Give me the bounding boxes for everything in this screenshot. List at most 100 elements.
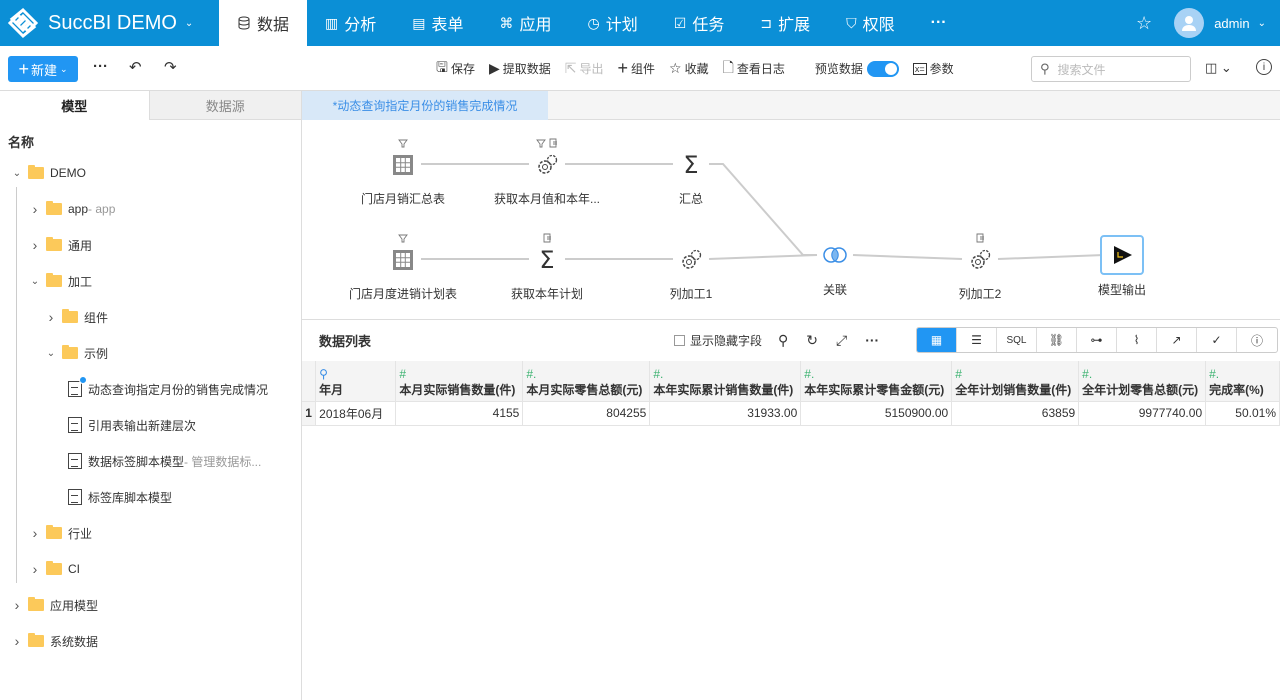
info-icon[interactable]: i bbox=[1256, 59, 1272, 75]
column-header[interactable]: #. 本年实际累计零售金额(元) bbox=[800, 361, 953, 402]
params-button[interactable]: x= 参数 bbox=[912, 60, 954, 77]
more-icon[interactable]: ··· bbox=[93, 58, 108, 75]
tree-node[interactable]: 标签库脚本模型 bbox=[64, 487, 172, 507]
app-switcher[interactable]: SuccBI DEMO ⌄ bbox=[8, 8, 193, 38]
chevron-right-icon[interactable]: › bbox=[28, 525, 42, 541]
tree-node[interactable]: 数据标签脚本模型 - 管理数据标... bbox=[64, 451, 261, 471]
favorite-button[interactable]: ☆ 收藏 bbox=[669, 60, 709, 77]
view-list-button[interactable]: ☰ bbox=[957, 328, 997, 352]
table-cell[interactable]: 4155 bbox=[395, 401, 524, 426]
tree-node[interactable]: › 通用 bbox=[28, 235, 92, 255]
flow-node-sum[interactable]: Σ bbox=[539, 233, 555, 274]
folder-icon bbox=[46, 237, 62, 251]
chevron-right-icon[interactable]: › bbox=[28, 201, 42, 217]
undo-icon[interactable]: ↶ bbox=[129, 58, 142, 76]
flow-node-output[interactable] bbox=[1100, 235, 1144, 275]
chevron-right-icon[interactable]: › bbox=[10, 597, 24, 613]
expand-icon[interactable]: ⤢ bbox=[836, 332, 847, 349]
table-cell[interactable]: 2018年06月 bbox=[315, 401, 397, 426]
more-icon[interactable]: ··· bbox=[865, 332, 879, 348]
view-trend-button[interactable]: ↗ bbox=[1157, 328, 1197, 352]
view-profile-button[interactable]: ⌇ bbox=[1117, 328, 1157, 352]
column-header[interactable]: ⚲ 年月 bbox=[315, 361, 397, 402]
chevron-right-icon[interactable]: › bbox=[28, 237, 42, 253]
view-log-button[interactable]: 🗋 查看日志 bbox=[723, 57, 785, 81]
tree-node[interactable]: ⌄ 加工 bbox=[28, 271, 92, 291]
tree-node[interactable]: › CI bbox=[28, 559, 80, 579]
chevron-right-icon[interactable]: › bbox=[44, 309, 58, 325]
tree-node[interactable]: › 应用模型 bbox=[10, 595, 98, 615]
favorite-star-icon[interactable]: ☆ bbox=[1136, 13, 1152, 34]
show-hidden-fields-checkbox[interactable]: 显示隐藏字段 bbox=[674, 332, 762, 349]
tree-node[interactable]: › 组件 bbox=[44, 307, 108, 327]
save-button[interactable]: 🖫 保存 bbox=[436, 57, 475, 81]
nav-analysis[interactable]: ▥ 分析 bbox=[307, 0, 394, 46]
file-tab-active[interactable]: *动态查询指定月份的销售完成情况 bbox=[302, 91, 548, 120]
tree-node[interactable]: 动态查询指定月份的销售完成情况 bbox=[64, 376, 268, 399]
column-header[interactable]: #. 完成率(%) bbox=[1205, 361, 1280, 402]
flow-node-gear[interactable] bbox=[682, 249, 702, 269]
preview-data-toggle[interactable]: 预览数据 bbox=[815, 60, 899, 77]
table-cell[interactable]: 804255 bbox=[522, 401, 651, 426]
search-icon[interactable]: ⚲ bbox=[778, 332, 788, 349]
view-compare-button[interactable]: ✓ bbox=[1197, 328, 1237, 352]
column-header[interactable]: # 本月实际销售数量(件) bbox=[395, 361, 524, 402]
view-info-button[interactable]: ⓘ bbox=[1237, 328, 1277, 352]
preview-switch[interactable] bbox=[866, 60, 899, 77]
column-header[interactable]: #. 全年计划零售总额(元) bbox=[1078, 361, 1207, 402]
flow-node-table[interactable] bbox=[393, 234, 413, 270]
nav-more[interactable]: ··· bbox=[913, 0, 965, 46]
chevron-down-icon[interactable]: ⌄ bbox=[1258, 18, 1266, 29]
nav-apps[interactable]: ⌘ 应用 bbox=[482, 0, 570, 46]
nav-data[interactable]: 数据 bbox=[219, 0, 308, 46]
tab-model[interactable]: 模型 bbox=[0, 91, 149, 120]
column-header[interactable]: # 全年计划销售数量(件) bbox=[951, 361, 1080, 402]
tree-node[interactable]: › 行业 bbox=[28, 523, 92, 543]
flow-node-gear[interactable] bbox=[536, 138, 558, 174]
chevron-down-icon[interactable]: ⌄ bbox=[44, 348, 58, 359]
table-row[interactable]: 1 2018年06月 4155 804255 31933.00 5150900.00 638… bbox=[302, 401, 1280, 426]
tree-node[interactable]: 引用表输出新建层次 bbox=[64, 415, 196, 435]
nav-task[interactable]: ☑ 任务 bbox=[656, 0, 743, 46]
nav-extension[interactable]: ⊐ 扩展 bbox=[742, 0, 828, 46]
tree-node[interactable]: ⌄ DEMO bbox=[10, 163, 86, 183]
avatar[interactable] bbox=[1174, 8, 1205, 38]
redo-icon[interactable]: ↷ bbox=[164, 58, 177, 76]
username[interactable]: admin bbox=[1214, 16, 1249, 31]
flow-node-gear[interactable] bbox=[971, 233, 991, 269]
nav-plan[interactable]: ◷ 计划 bbox=[570, 0, 656, 46]
tree-node[interactable]: › 系统数据 bbox=[10, 631, 98, 651]
refresh-icon[interactable]: ↻ bbox=[806, 332, 818, 349]
table-cell[interactable]: 31933.00 bbox=[649, 401, 802, 426]
new-button[interactable]: + 新建 ⌄ bbox=[8, 56, 78, 82]
table-cell[interactable]: 5150900.00 bbox=[800, 401, 953, 426]
table-cell[interactable]: 9977740.00 bbox=[1078, 401, 1207, 426]
view-sql-button[interactable]: SQL bbox=[997, 328, 1037, 352]
tree-node[interactable]: › app - app bbox=[28, 199, 115, 219]
column-header[interactable]: #. 本月实际零售总额(元) bbox=[522, 361, 651, 402]
view-table-button[interactable]: ▦ bbox=[917, 328, 957, 352]
table-cell[interactable]: 50.01% bbox=[1205, 401, 1280, 426]
layout-toggle-icon[interactable]: ◫ ⌄ bbox=[1205, 60, 1232, 76]
nav-form[interactable]: ▤ 表单 bbox=[394, 0, 481, 46]
flow-node-table[interactable] bbox=[393, 139, 413, 175]
chevron-down-icon[interactable]: ⌄ bbox=[10, 168, 24, 179]
add-component-button[interactable]: + 组件 bbox=[618, 58, 656, 79]
flow-node-join[interactable] bbox=[823, 247, 847, 263]
nav-permission[interactable]: ⛉ 权限 bbox=[828, 0, 913, 46]
view-lineage-button[interactable]: ⛓ bbox=[1037, 328, 1077, 352]
extract-data-button[interactable]: ▶ 提取数据 bbox=[489, 60, 551, 77]
column-header[interactable]: #. 本年实际累计销售数量(件) bbox=[649, 361, 802, 402]
table-cell[interactable]: 63859 bbox=[951, 401, 1080, 426]
flow-node-sum[interactable]: Σ bbox=[683, 151, 698, 179]
file-search-input[interactable]: ⚲ 搜索文件 bbox=[1031, 56, 1191, 82]
chevron-down-icon[interactable]: ⌄ bbox=[28, 276, 42, 287]
checkbox-box[interactable] bbox=[674, 334, 685, 346]
chevron-right-icon[interactable]: › bbox=[10, 633, 24, 649]
chevron-right-icon[interactable]: › bbox=[28, 561, 42, 577]
tab-datasource[interactable]: 数据源 bbox=[148, 91, 301, 120]
export-button[interactable]: ⇱ 导出 bbox=[565, 60, 604, 77]
tree-node-label: 加工 bbox=[68, 274, 93, 289]
view-tree-button[interactable]: ⊶ bbox=[1077, 328, 1117, 352]
tree-node[interactable]: ⌄ 示例 bbox=[44, 343, 108, 363]
